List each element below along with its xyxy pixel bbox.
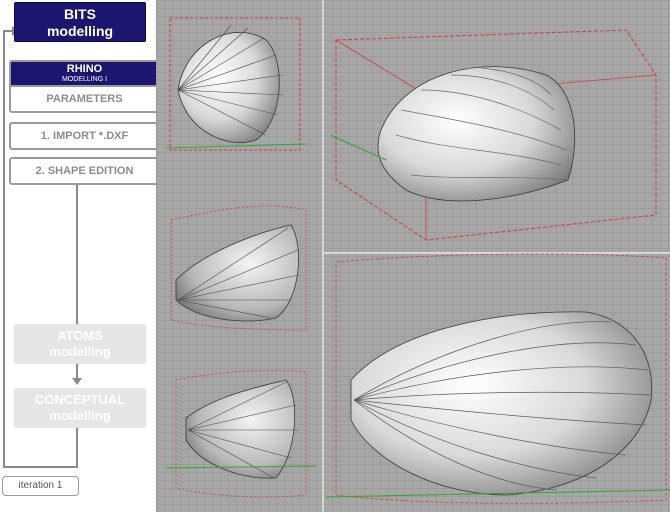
rhino-subtitle: MODELLING I — [61, 76, 108, 83]
sidebar: BITS modelling RHINO MODELLING I PARAMET… — [0, 0, 160, 512]
iteration-label: iteration 1 — [2, 476, 79, 496]
bits-line2: modelling — [46, 23, 114, 39]
flow-arrow-down-icon — [72, 378, 82, 385]
iteration-loop-line-left — [3, 30, 5, 468]
rhino-modelling-button[interactable]: RHINO MODELLING I — [9, 60, 160, 85]
rhino-viewport[interactable] — [156, 0, 670, 512]
flow-line — [76, 185, 78, 324]
shape-edition-button[interactable]: 2. SHAPE EDITION — [9, 157, 160, 185]
atoms-line1: ATOMS — [57, 328, 103, 343]
conceptual-line1: CONCEPTUAL — [34, 392, 126, 407]
import-dxf-button[interactable]: 1. IMPORT *.DXF — [9, 122, 160, 150]
iteration-loop-line-right — [76, 428, 78, 468]
iteration-loop-line-bottom — [3, 466, 77, 468]
bits-modelling-button[interactable]: BITS modelling — [14, 2, 146, 42]
rhino-title: RHINO — [66, 63, 103, 75]
bits-line1: BITS — [64, 6, 96, 22]
atoms-line2: modelling — [49, 344, 111, 359]
large-side-view[interactable] — [325, 253, 670, 504]
conceptual-modelling-button[interactable]: CONCEPTUAL modelling — [14, 388, 146, 428]
atoms-modelling-button[interactable]: ATOMS modelling — [14, 324, 146, 364]
top-left-view[interactable] — [165, 17, 307, 151]
viewport-drawing — [165, 17, 670, 504]
mid-left-view[interactable] — [170, 205, 307, 331]
parameters-button[interactable]: PARAMETERS — [9, 85, 160, 113]
conceptual-line2: modelling — [49, 408, 111, 423]
bottom-left-view[interactable] — [165, 370, 317, 498]
perspective-view[interactable] — [329, 29, 657, 241]
